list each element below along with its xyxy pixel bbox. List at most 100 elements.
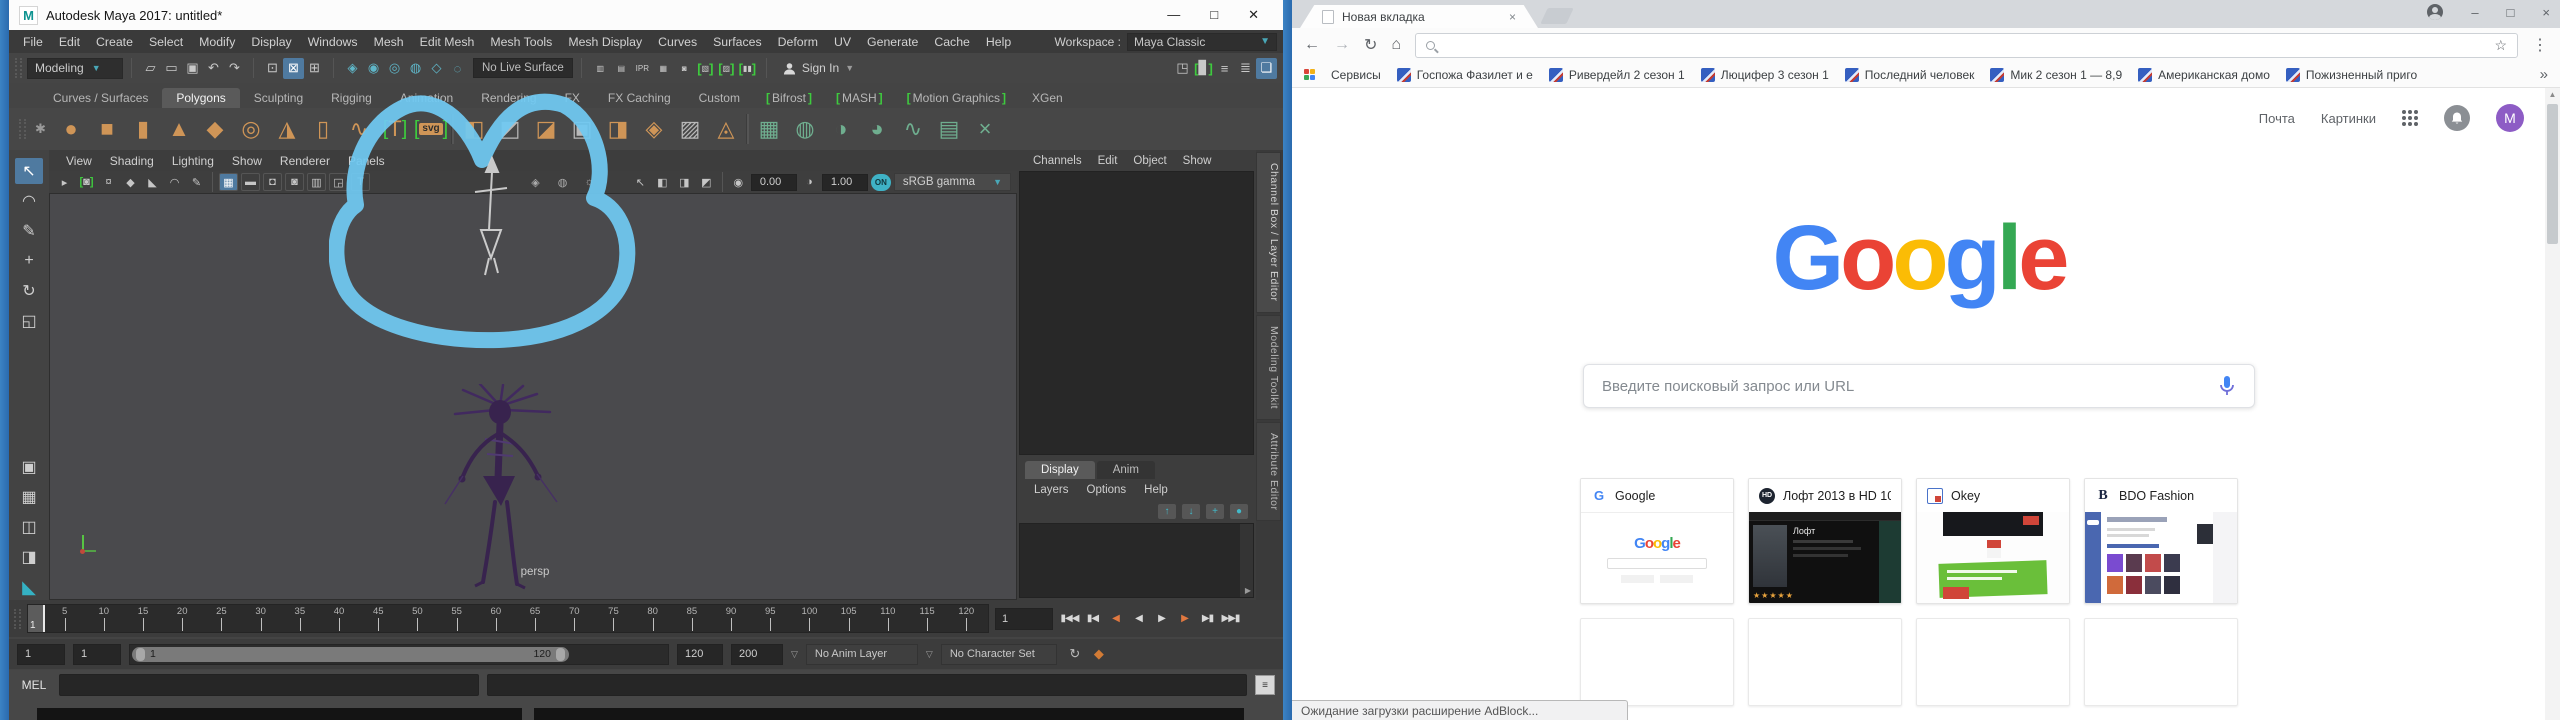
layer-editor-tab[interactable]: Display [1025,461,1095,479]
shelf-tool-icon[interactable]: ● [55,113,87,145]
scroll-arrow-icon[interactable]: ▶ [1245,586,1251,595]
bookmark-star-icon[interactable]: ☆ [2494,37,2507,54]
playback-end-field[interactable]: 120 [677,644,723,665]
viewport-view-icon[interactable]: ↖ [631,173,650,191]
viewport-gate-icon[interactable]: ▦ [219,173,238,191]
browser-menu-icon[interactable]: ⋮ [2532,35,2548,55]
viewport-icon[interactable]: ◣ [143,173,162,191]
sidebar-toggle-icon[interactable]: ≣ [1235,58,1256,79]
shelf-tool-icon[interactable]: ◨ [602,113,634,145]
shelf-tab[interactable]: [Bifrost] [754,88,824,108]
shelf-tool-icon[interactable]: ◩ [494,113,526,145]
shelf-tool-icon[interactable]: ▲ [163,113,195,145]
viewport-view-icon[interactable]: ◩ [697,173,716,191]
range-slider[interactable]: 1 120 [129,644,669,665]
shelf-options-icon[interactable]: ✱ [30,119,51,140]
viewport-canvas[interactable]: persp [49,193,1017,600]
shelf-tool-icon[interactable]: ∿ [343,113,375,145]
contrast-icon[interactable]: ◑ [800,173,819,191]
shortcut-tile-empty[interactable] [1580,618,1734,706]
range-end-handle[interactable] [556,648,565,661]
tool-icon[interactable]: + [15,248,43,274]
channel-box-menu-item[interactable]: Show [1175,155,1220,167]
omnibox[interactable]: ☆ [1415,33,2518,58]
script-editor-icon[interactable]: ≡ [1255,675,1275,695]
viewport-display-icon[interactable]: ◈ [526,173,545,191]
bookmark-item[interactable]: Люцифер 3 сезон 1 [1701,68,1829,82]
bookmark-item[interactable]: Ривердейл 2 сезон 1 [1549,68,1685,82]
sign-in-button[interactable]: Sign In ▼ [775,57,862,79]
notifications-icon[interactable] [2444,105,2470,131]
viewport-icon[interactable]: ◠ [165,173,184,191]
render-icon[interactable]: IPR [632,58,653,79]
shelf-tab[interactable]: Rigging [317,88,386,108]
viewport-display-icon[interactable]: ☼ [580,173,599,191]
menu-item[interactable]: UV [826,35,859,49]
menu-item[interactable]: Modify [191,35,243,49]
shelf-tab[interactable]: Sculpting [240,88,317,108]
scroll-up-icon[interactable]: ▲ [2545,90,2560,99]
shelf-tab[interactable]: XGen [1018,88,1077,108]
playback-button[interactable]: ▶▮ [1197,608,1218,630]
status-icon[interactable]: ▣ [182,58,203,79]
layer-list[interactable]: ▶ [1019,523,1254,598]
panel-menu-item[interactable]: Renderer [271,154,339,168]
shelf-tab[interactable]: FX [551,88,594,108]
panel-menu-item[interactable]: Show [223,154,271,168]
bookmark-item[interactable]: Госпожа Фазилет и е [1397,68,1533,82]
selection-mask-icon[interactable]: ⊠ [283,58,304,79]
layout-shortcut-icon[interactable]: ◨ [15,544,43,570]
window-control-button[interactable]: – [2471,5,2478,20]
shortcut-tile[interactable]: G Google Google [1580,478,1734,604]
render-icon[interactable]: [▮▮] [737,58,758,79]
layout-shortcut-icon[interactable]: ▣ [15,454,43,480]
scrollbar[interactable]: ▶ [1240,524,1253,597]
render-icon[interactable]: [▧] [695,58,716,79]
shelf-tab[interactable]: FX Caching [594,88,685,108]
menu-item[interactable]: Generate [859,35,926,49]
tool-icon[interactable]: ✎ [15,218,43,244]
playback-button[interactable]: ▶ [1174,608,1195,630]
gamma-dropdown[interactable]: sRGB gamma▼ [894,173,1011,191]
forward-button[interactable]: → [1334,36,1350,54]
viewport-gate-icon[interactable]: ◘ [263,173,282,191]
sidebar-toggle-icon[interactable]: ≡ [1214,58,1235,79]
browser-tab[interactable]: Новая вкладка × [1300,5,1538,28]
menu-item[interactable]: Mesh [366,35,412,49]
sidebar-vertical-tab[interactable]: Channel Box / Layer Editor [1256,152,1281,313]
command-input[interactable] [59,674,479,696]
menu-item[interactable]: Mesh Tools [482,35,560,49]
range-slider-bar[interactable]: 1 120 [132,647,569,662]
panel-menu-item[interactable]: Panels [339,154,394,168]
snap-icon[interactable]: ◍ [405,58,426,79]
channel-box-menu-item[interactable]: Channels [1025,155,1090,167]
grip-handle[interactable] [15,58,22,78]
shelf-tool-icon[interactable]: ◎ [235,113,267,145]
shelf-tool-icon[interactable]: ▦ [753,113,785,145]
shelf-tab[interactable]: Animation [386,88,467,108]
shelf-tab[interactable]: [MASH] [824,88,895,108]
tool-icon[interactable]: ◱ [15,308,43,334]
grip-handle[interactable] [14,609,21,629]
animation-option-icon[interactable]: ◆ [1089,644,1109,664]
shelf-tool-icon[interactable]: ◬ [710,113,742,145]
shelf-tool-icon[interactable]: ◮ [271,113,303,145]
window-control-button[interactable]: — [1167,7,1180,23]
shelf-tool-icon[interactable]: ■ [91,113,123,145]
layer-button-icon[interactable]: ● [1230,504,1248,519]
window-control-button[interactable]: □ [2507,5,2515,20]
shelf-tab[interactable]: Custom [685,88,754,108]
workspace-dropdown[interactable]: Maya Classic ▼ [1127,33,1277,51]
shelf-tool-icon[interactable]: ◍ [789,113,821,145]
home-button[interactable]: ⌂ [1391,36,1401,54]
layer-editor-menu-item[interactable]: Options [1078,484,1136,496]
animation-start-field[interactable]: 1 [17,644,65,665]
shelf-tool-icon[interactable]: ◆ [199,113,231,145]
status-icon[interactable]: ↷ [224,58,245,79]
exposure-icon[interactable]: ◉ [729,173,748,191]
playback-start-field[interactable]: 1 [73,644,121,665]
shelf-tool-icon[interactable] [451,114,454,144]
character-set-dropdown[interactable]: No Character Set [941,644,1057,665]
bookmark-item[interactable]: Последний человек [1845,68,1975,82]
render-icon[interactable]: ▤ [611,58,632,79]
